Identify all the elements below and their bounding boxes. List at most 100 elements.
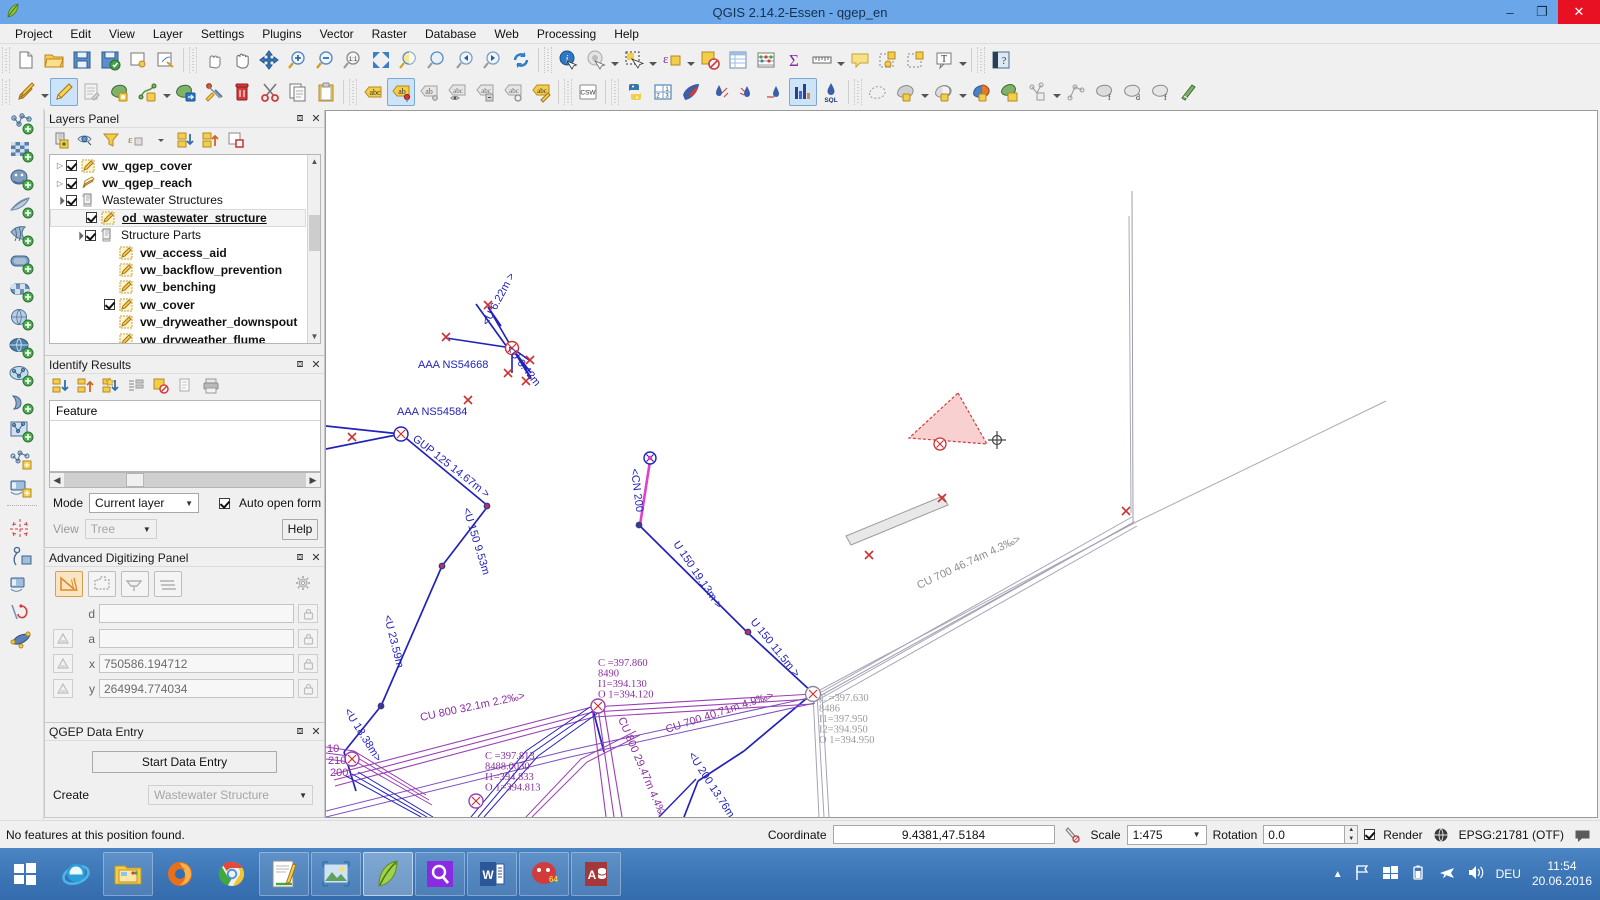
layer-tree-item[interactable]: vw_dryweather_downspout [50,314,320,331]
open-project-icon[interactable] [40,46,68,74]
node-tool-icon[interactable] [200,78,228,106]
relative-constraint-icon[interactable] [53,629,73,648]
add-db2-layer-icon[interactable] [7,278,37,306]
annotation-dropdown-arrow[interactable] [958,46,968,74]
copy-icon[interactable] [174,375,198,397]
show-hide-labels-icon[interactable]: ab [415,78,443,106]
add-spatialite-layer-icon[interactable] [7,194,37,222]
menu-database[interactable]: Database [416,25,485,43]
minimize-button[interactable]: – [1494,0,1526,24]
relative-constraint-icon[interactable] [53,654,73,673]
add-oracle-layer-icon[interactable] [7,250,37,278]
new-project-icon[interactable] [12,46,40,74]
adp-field-y-input[interactable] [99,679,294,698]
cut-features-icon[interactable] [256,78,284,106]
add-wcs-layer-icon[interactable] [7,334,37,362]
layer-tree-item[interactable]: ▷ vw_qgep_reach [50,174,320,191]
rotation-spinner[interactable]: ▲ ▼ [1345,825,1359,844]
menu-settings[interactable]: Settings [192,25,253,43]
new-print-composer-icon[interactable] [124,46,152,74]
current-edits-icon[interactable] [12,78,40,106]
scroll-track[interactable] [64,473,306,487]
move-feature-icon[interactable] [172,78,200,106]
menu-help[interactable]: Help [605,25,648,43]
add-postgis-layer-icon[interactable] [7,166,37,194]
word-icon[interactable]: W [467,852,517,896]
layer-visibility-checkbox[interactable] [66,177,77,189]
merge-features-icon[interactable] [930,78,958,106]
filter-dropdown-arrow[interactable] [149,129,173,151]
coordinate-input[interactable] [832,825,1055,844]
toolbar-grip[interactable] [2,79,10,105]
qgep-profile-icon[interactable] [789,78,817,106]
messages-bubble-icon[interactable] [1570,824,1594,846]
add-raster-layer-icon[interactable] [7,138,37,166]
composer-manager-icon[interactable] [152,46,180,74]
measure-dropdown-arrow[interactable] [836,46,846,74]
expand-all-icon[interactable] [174,129,198,151]
pan-to-selection-icon[interactable] [255,46,283,74]
crs-globe-icon[interactable] [1429,824,1453,846]
move-label-icon[interactable]: abc [471,78,499,106]
split-dropdown-arrow[interactable] [920,78,930,106]
file-explorer-icon[interactable] [103,852,153,896]
notepad-editor-icon[interactable] [259,852,309,896]
clear-results-icon[interactable] [149,375,173,397]
perpendicular-icon[interactable] [121,571,149,597]
add-layer-group-icon[interactable] [49,129,73,151]
add-feature-line-icon[interactable] [134,78,162,106]
chrome-icon[interactable] [207,852,257,896]
toolbar-grip[interactable] [854,79,862,105]
chevron-up-icon[interactable]: ▲ [1333,869,1343,880]
wastewater-reach-icon[interactable] [733,78,761,106]
lock-icon[interactable] [298,629,318,648]
paste-features-icon[interactable] [312,78,340,106]
zoom-next-icon[interactable] [479,46,507,74]
expand-twisty-icon[interactable]: ▷ [54,161,66,170]
edit-form-icon[interactable] [124,375,148,397]
topology-checker-icon[interactable] [7,599,37,627]
flow-icon[interactable] [761,78,789,106]
layer-tree-item[interactable]: vw_dryweather_flume [50,331,320,343]
layer-visibility-checkbox[interactable] [85,229,96,241]
merge-attributes-icon[interactable] [968,78,996,106]
select-by-expression-icon[interactable]: ε [658,46,686,74]
new-shapefile-layer-icon[interactable] [7,418,37,446]
windows-start-icon[interactable] [0,848,50,900]
save-layer-edits-icon[interactable] [78,78,106,106]
search-magnifier-icon[interactable] [415,852,465,896]
menu-layer[interactable]: Layer [144,25,192,43]
field-calculator-icon[interactable] [752,46,780,74]
pan-map-icon[interactable] [227,46,255,74]
add-part-icon[interactable]: d [1118,78,1146,106]
scrollbar-thumb[interactable] [309,215,320,251]
qgis-icon[interactable] [363,852,413,896]
scroll-down-arrow[interactable]: ▼ [308,330,320,343]
lock-icon[interactable] [298,654,318,673]
add-feature-polygon-icon[interactable] [106,78,134,106]
reshape-icon[interactable] [1062,78,1090,106]
help-contents-icon[interactable]: ? [987,46,1015,74]
openstreetmap-icon[interactable] [7,571,37,599]
table-icon[interactable]: 123 [649,78,677,106]
map-tips-icon[interactable] [846,46,874,74]
coordinate-capture-icon[interactable] [1061,824,1085,846]
collapse-all-icon[interactable] [199,129,223,151]
touch-zoom-icon[interactable] [199,46,227,74]
layer-visibility-checkbox[interactable] [86,212,97,224]
delete-selected-icon[interactable] [228,78,256,106]
menu-plugins[interactable]: Plugins [253,25,310,43]
scale-combobox[interactable]: 1:475 ▼ [1126,824,1207,845]
toolbar-grip[interactable] [2,47,10,73]
view-combobox[interactable]: Tree ▼ [84,519,157,539]
change-label-icon[interactable]: abc [527,78,555,106]
db-sql-icon[interactable]: SQL [817,78,845,106]
save-project-icon[interactable] [68,46,96,74]
label-icon[interactable]: abc [359,78,387,106]
offset-curve-icon[interactable] [1024,78,1052,106]
rotate-label-icon[interactable]: abc [499,78,527,106]
gear-icon[interactable] [292,573,316,595]
offset-dropdown-arrow[interactable] [1052,78,1062,106]
menu-view[interactable]: View [100,25,144,43]
parallel-icon[interactable] [88,571,116,597]
